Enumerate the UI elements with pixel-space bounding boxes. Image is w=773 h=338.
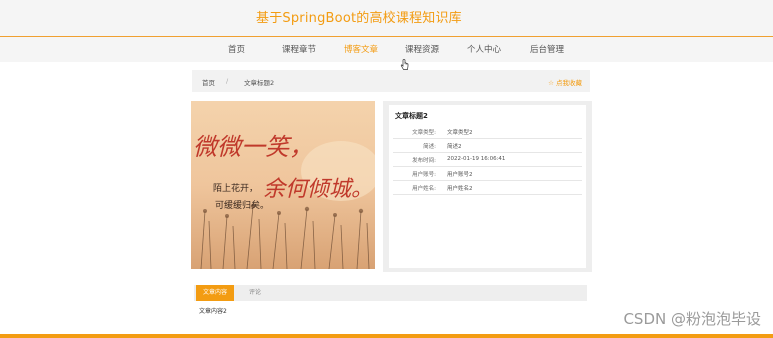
nav-item-profile[interactable]: 个人中心 xyxy=(467,43,501,55)
footer-accent-bar xyxy=(0,334,773,338)
info-value: 简述2 xyxy=(447,144,462,150)
info-value: 2022-01-19 16:06:41 xyxy=(447,156,506,162)
nav-item-resources[interactable]: 课程资源 xyxy=(405,43,439,55)
info-value: 用户账号2 xyxy=(447,172,473,178)
info-label: 用户姓名: xyxy=(412,186,436,192)
info-row-username: 用户姓名: 用户姓名2 xyxy=(393,181,582,195)
info-row-summary: 简述: 简述2 xyxy=(393,139,582,153)
watermark: CSDN @粉泡泡毕设 xyxy=(623,310,761,328)
info-label: 发布时间: xyxy=(412,158,436,164)
breadcrumb-current: 文章标题2 xyxy=(244,79,275,87)
cover-text-line3: 余何倾城。 xyxy=(263,177,374,202)
cover-text-line4: 可缓缓归矣。 xyxy=(215,201,270,211)
breadcrumb-separator: / xyxy=(226,77,229,85)
article-title: 文章标题2 xyxy=(395,112,428,120)
nav-item-blog[interactable]: 博客文章 xyxy=(344,43,378,55)
tab-comments[interactable]: 评论 xyxy=(244,285,266,301)
nav-item-admin[interactable]: 后台管理 xyxy=(530,43,564,55)
article-cover-image: 微微一笑， 陌上花开， 余何倾城。 可缓缓归矣。 xyxy=(191,101,375,269)
favorite-button[interactable]: ☆ 点我收藏 xyxy=(548,77,582,87)
info-label: 简述: xyxy=(423,144,436,150)
info-row-account: 用户账号: 用户账号2 xyxy=(393,167,582,181)
breadcrumb-home[interactable]: 首页 xyxy=(202,77,215,87)
breadcrumb: 首页 / 文章标题2 ☆ 点我收藏 xyxy=(192,70,590,92)
info-label: 文章类型: xyxy=(412,130,436,136)
info-label: 用户账号: xyxy=(412,172,436,178)
info-row-publish-time: 发布时间: 2022-01-19 16:06:41 xyxy=(393,153,582,167)
tab-article-content[interactable]: 文章内容 xyxy=(196,285,234,301)
main-nav: 首页 课程章节 博客文章 课程资源 个人中心 后台管理 xyxy=(0,37,773,62)
info-value: 用户姓名2 xyxy=(447,186,473,192)
info-row-type: 文章类型: 文章类型2 xyxy=(393,125,582,139)
cover-text-line1: 微微一笑， xyxy=(193,133,313,161)
article-info-panel: 文章标题2 文章类型: 文章类型2 简述: 简述2 发布时间: 2022-01-… xyxy=(383,101,592,272)
info-value: 文章类型2 xyxy=(447,130,473,136)
cover-text-line2: 陌上花开， xyxy=(213,184,259,194)
article-info-card: 文章标题2 文章类型: 文章类型2 简述: 简述2 发布时间: 2022-01-… xyxy=(389,105,586,268)
nav-item-home[interactable]: 首页 xyxy=(228,43,245,55)
site-title: 基于SpringBoot的高校课程知识库 xyxy=(256,11,462,26)
content-tabs: 文章内容 评论 xyxy=(194,285,587,301)
article-content: 文章内容2 xyxy=(199,308,227,315)
site-header: 基于SpringBoot的高校课程知识库 xyxy=(0,0,773,37)
nav-item-chapters[interactable]: 课程章节 xyxy=(282,43,316,55)
